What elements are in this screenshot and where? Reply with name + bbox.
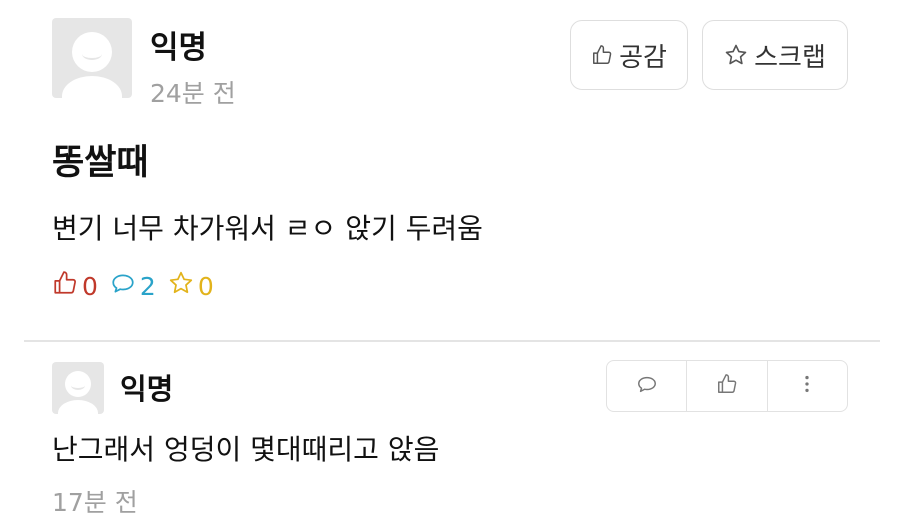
thumbs-up-icon [52, 270, 82, 302]
post-title: 똥쌀때 [52, 143, 149, 183]
more-vertical-icon [796, 373, 818, 399]
thumbs-up-icon [591, 44, 613, 66]
comment-time: 17분 전 [52, 488, 138, 517]
scrap-count-group: 0 [168, 270, 214, 302]
reply-button[interactable] [607, 361, 686, 411]
scrap-count: 0 [197, 271, 214, 301]
comment-count-group: 2 [110, 270, 156, 302]
post-counts: 0 2 0 [52, 270, 226, 302]
more-options-button[interactable] [766, 361, 847, 411]
comment-author: 익명 [120, 372, 174, 406]
scrap-button[interactable]: 스크랩 [702, 20, 848, 90]
like-count: 0 [82, 271, 98, 301]
star-icon [168, 270, 198, 302]
like-button[interactable]: 공감 [570, 20, 688, 90]
post-author: 익명 [150, 30, 208, 66]
comment-count: 2 [139, 271, 156, 301]
post-body: 변기 너무 차가워서 ㄹㅇ 앉기 두려움 [52, 212, 483, 245]
comment-actions [606, 360, 848, 412]
comment-like-button[interactable] [686, 361, 766, 411]
comment-bubble-icon [110, 270, 140, 302]
like-button-label: 공감 [619, 42, 667, 73]
post-time: 24분 전 [150, 79, 236, 108]
like-count-group: 0 [52, 270, 98, 302]
scrap-button-label: 스크랩 [754, 42, 826, 73]
post-avatar [52, 18, 132, 98]
star-icon [724, 43, 748, 67]
comment-avatar [52, 362, 104, 414]
section-divider [24, 340, 880, 342]
comment-text: 난그래서 엉덩이 몇대때리고 앉음 [52, 433, 440, 466]
thumbs-up-icon [716, 373, 738, 399]
comment-bubble-icon [636, 373, 658, 399]
